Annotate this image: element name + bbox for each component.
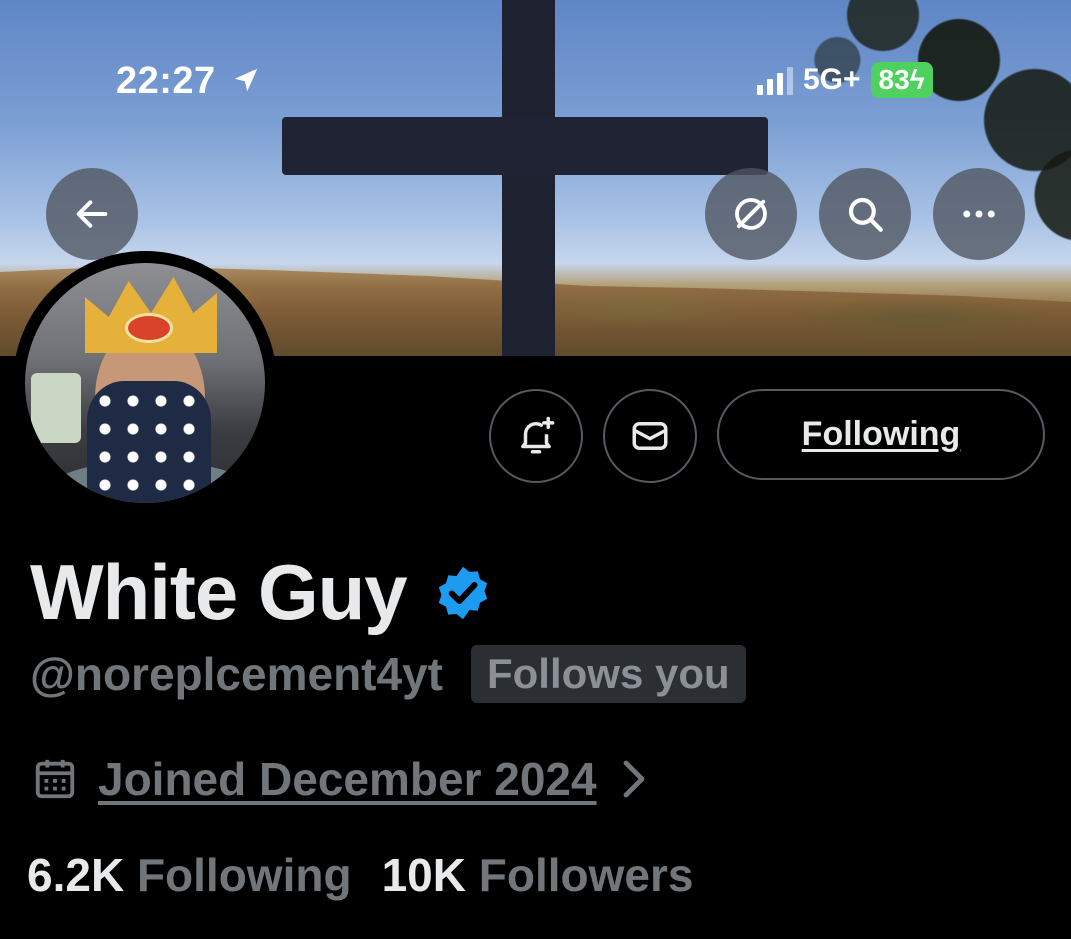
follow-stats: 6.2K Following 10K Followers: [27, 848, 693, 902]
avatar-photo: [25, 263, 265, 503]
signal-icon: [757, 65, 793, 95]
location-arrow-icon: [234, 68, 258, 92]
verified-badge-icon[interactable]: [433, 563, 493, 623]
follows-you-badge: Follows you: [470, 645, 746, 703]
following-button[interactable]: Following: [717, 389, 1045, 480]
joined-row[interactable]: Joined December 2024: [32, 752, 651, 806]
status-time: 22:27: [116, 60, 261, 103]
display-name: White Guy: [30, 548, 408, 636]
search-icon: [848, 197, 883, 232]
profile-handle-row: @noreplcement4yt Follows you: [30, 645, 746, 703]
followers-label: Followers: [478, 849, 694, 901]
followers-count: 10K: [381, 849, 466, 901]
profile-name-row: White Guy: [30, 547, 493, 638]
profile-avatar[interactable]: [13, 251, 277, 515]
back-button[interactable]: [46, 168, 138, 260]
battery-level: 83: [878, 64, 910, 95]
arrow-left-icon: [76, 200, 108, 228]
calendar-icon: [35, 759, 75, 799]
more-horizontal-icon: [963, 210, 995, 218]
bell-plus-icon: [521, 416, 555, 454]
following-stat[interactable]: 6.2K Following: [27, 848, 352, 902]
grok-button[interactable]: [705, 168, 797, 260]
notifications-button[interactable]: [489, 389, 583, 483]
message-button[interactable]: [603, 389, 697, 483]
slash-circle-icon: [735, 198, 767, 230]
following-label: Following: [136, 849, 352, 901]
envelope-icon: [632, 422, 668, 450]
followers-stat[interactable]: 10K Followers: [382, 848, 694, 902]
banner-cross-horizontal: [282, 117, 768, 175]
more-button[interactable]: [933, 168, 1025, 260]
network-label: 5G+: [803, 63, 861, 96]
handle: @noreplcement4yt: [30, 648, 443, 700]
chevron-right-icon: [623, 760, 644, 798]
battery-indicator: 83ϟ: [870, 62, 933, 98]
search-button[interactable]: [819, 168, 911, 260]
following-count: 6.2K: [27, 849, 125, 901]
banner-cross-vertical: [502, 0, 555, 356]
charging-icon: ϟ: [909, 64, 925, 95]
status-time-text: 22:27: [116, 60, 216, 102]
status-indicators: 5G+ 83ϟ: [757, 62, 933, 98]
joined-date[interactable]: Joined December 2024: [98, 752, 597, 806]
